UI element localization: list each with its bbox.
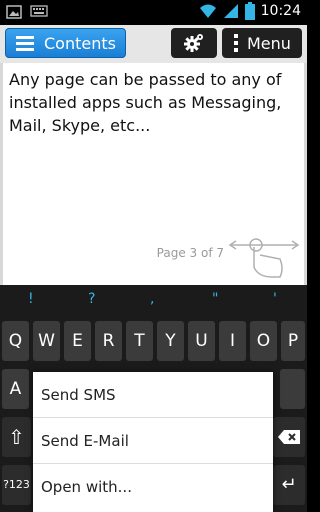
contents-button[interactable]: Contents	[5, 28, 126, 58]
menu-item-send-email[interactable]: Send E-Mail	[33, 418, 273, 464]
overflow-icon	[234, 34, 238, 52]
wifi-icon	[199, 4, 216, 18]
list-icon	[16, 35, 34, 51]
key-q[interactable]: Q	[2, 321, 29, 361]
key-r[interactable]: R	[95, 321, 122, 361]
menu-button[interactable]: Menu	[222, 28, 302, 58]
menu-item-send-sms[interactable]: Send SMS	[33, 372, 273, 418]
key-p[interactable]: P	[281, 321, 305, 361]
menu-label: Menu	[247, 33, 291, 53]
key-o[interactable]: O	[250, 321, 277, 361]
key-e[interactable]: E	[64, 321, 91, 361]
shift-key[interactable]: ⇧	[2, 417, 31, 457]
key-a[interactable]: A	[2, 369, 29, 409]
symbols-key[interactable]: ?123	[2, 465, 31, 505]
symbol-key[interactable]: "	[212, 291, 218, 307]
symbol-key[interactable]: !	[28, 291, 34, 307]
clock: 10:24	[260, 3, 301, 19]
symbol-row: ! ? , " '	[0, 291, 307, 317]
backspace-key[interactable]	[273, 417, 305, 457]
symbol-key[interactable]: ?	[88, 291, 95, 307]
symbol-key[interactable]: '	[273, 291, 277, 307]
page-indicator: Page 3 of 7	[156, 246, 224, 260]
page-text: Any page can be passed to any of install…	[9, 70, 282, 135]
status-bar: 10:24	[0, 0, 307, 25]
keyboard-icon	[30, 5, 48, 17]
share-popup-menu: Send SMS Send E-Mail Open with...	[33, 372, 273, 512]
settings-button[interactable]	[171, 28, 217, 58]
enter-key[interactable]: ↵	[273, 465, 305, 505]
key-u[interactable]: U	[188, 321, 215, 361]
key-y[interactable]: Y	[157, 321, 184, 361]
contents-label: Contents	[44, 33, 116, 53]
key-t[interactable]: T	[126, 321, 153, 361]
backspace-icon	[278, 430, 300, 444]
symbol-key[interactable]: ,	[150, 291, 154, 307]
page-content[interactable]: Any page can be passed to any of install…	[0, 63, 307, 285]
key-w[interactable]: W	[33, 321, 60, 361]
menu-item-open-with[interactable]: Open with...	[33, 464, 273, 510]
image-icon	[6, 5, 22, 19]
key-i[interactable]: I	[219, 321, 246, 361]
key-l[interactable]	[280, 369, 305, 409]
swipe-gesture-icon	[228, 238, 300, 278]
signal-icon	[223, 4, 238, 18]
gear-icon	[184, 34, 203, 52]
toolbar: Contents Menu	[0, 25, 307, 63]
battery-icon	[244, 2, 255, 20]
